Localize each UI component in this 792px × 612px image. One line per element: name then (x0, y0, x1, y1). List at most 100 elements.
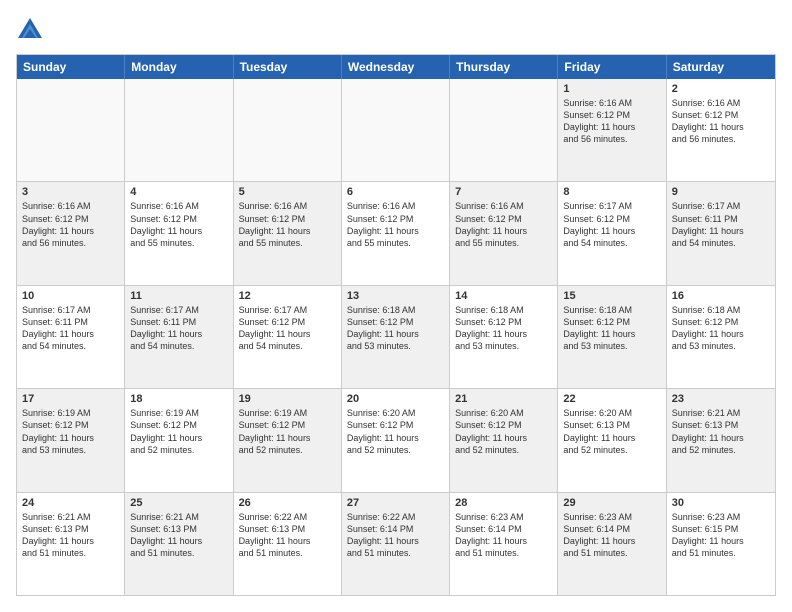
day-info: Sunrise: 6:19 AM Sunset: 6:12 PM Dayligh… (130, 407, 227, 456)
logo (16, 16, 48, 44)
day-info: Sunrise: 6:21 AM Sunset: 6:13 PM Dayligh… (130, 511, 227, 560)
day-cell-2: 2 Sunrise: 6:16 AM Sunset: 6:12 PM Daylig… (667, 79, 775, 181)
day-cell-8: 8 Sunrise: 6:17 AM Sunset: 6:12 PM Daylig… (558, 182, 666, 284)
day-number: 7 (455, 186, 552, 198)
day-cell-28: 28 Sunrise: 6:23 AM Sunset: 6:14 PM Dayli… (450, 493, 558, 595)
empty-cell-0-2 (234, 79, 342, 181)
day-number: 14 (455, 290, 552, 302)
day-number: 18 (130, 393, 227, 405)
day-number: 4 (130, 186, 227, 198)
day-number: 3 (22, 186, 119, 198)
day-info: Sunrise: 6:18 AM Sunset: 6:12 PM Dayligh… (455, 304, 552, 353)
day-info: Sunrise: 6:17 AM Sunset: 6:11 PM Dayligh… (672, 200, 770, 249)
day-number: 10 (22, 290, 119, 302)
day-cell-15: 15Sunrise: 6:18 AM Sunset: 6:12 PM Dayli… (558, 286, 666, 388)
header-day-sunday: Sunday (17, 55, 125, 79)
calendar-header: SundayMondayTuesdayWednesdayThursdayFrid… (17, 55, 775, 79)
day-cell-22: 22 Sunrise: 6:20 AM Sunset: 6:13 PM Dayli… (558, 389, 666, 491)
day-number: 12 (239, 290, 336, 302)
header-day-monday: Monday (125, 55, 233, 79)
day-info: Sunrise: 6:16 AM Sunset: 6:12 PM Dayligh… (347, 200, 444, 249)
day-cell-16: 16 Sunrise: 6:18 AM Sunset: 6:12 PM Dayli… (667, 286, 775, 388)
day-info: Sunrise: 6:23 AM Sunset: 6:14 PM Dayligh… (455, 511, 552, 560)
day-cell-1: 1Sunrise: 6:16 AM Sunset: 6:12 PM Daylig… (558, 79, 666, 181)
day-info: Sunrise: 6:20 AM Sunset: 6:12 PM Dayligh… (347, 407, 444, 456)
day-number: 30 (672, 497, 770, 509)
day-cell-27: 27 Sunrise: 6:22 AM Sunset: 6:14 PM Dayli… (342, 493, 450, 595)
header-day-saturday: Saturday (667, 55, 775, 79)
day-cell-17: 17 Sunrise: 6:19 AM Sunset: 6:12 PM Dayli… (17, 389, 125, 491)
day-number: 22 (563, 393, 660, 405)
day-info: Sunrise: 6:20 AM Sunset: 6:12 PM Dayligh… (455, 407, 552, 456)
day-cell-5: 5Sunrise: 6:16 AM Sunset: 6:12 PM Daylig… (234, 182, 342, 284)
header-day-tuesday: Tuesday (234, 55, 342, 79)
day-cell-13: 13 Sunrise: 6:18 AM Sunset: 6:12 PM Dayli… (342, 286, 450, 388)
empty-cell-0-0 (17, 79, 125, 181)
day-number: 23 (672, 393, 770, 405)
day-cell-3: 3 Sunrise: 6:16 AM Sunset: 6:12 PM Daylig… (17, 182, 125, 284)
day-cell-26: 26 Sunrise: 6:22 AM Sunset: 6:13 PM Dayli… (234, 493, 342, 595)
empty-cell-0-4 (450, 79, 558, 181)
day-info: Sunrise: 6:16 AM Sunset: 6:12 PM Dayligh… (22, 200, 119, 249)
day-number: 19 (239, 393, 336, 405)
day-number: 26 (239, 497, 336, 509)
day-info: Sunrise: 6:16 AM Sunset: 6:12 PM Dayligh… (672, 97, 770, 146)
day-info: Sunrise: 6:18 AM Sunset: 6:12 PM Dayligh… (563, 304, 660, 353)
day-cell-4: 4 Sunrise: 6:16 AM Sunset: 6:12 PM Daylig… (125, 182, 233, 284)
day-number: 17 (22, 393, 119, 405)
day-info: Sunrise: 6:16 AM Sunset: 6:12 PM Dayligh… (130, 200, 227, 249)
day-number: 28 (455, 497, 552, 509)
day-info: Sunrise: 6:17 AM Sunset: 6:11 PM Dayligh… (130, 304, 227, 353)
header-day-wednesday: Wednesday (342, 55, 450, 79)
day-info: Sunrise: 6:16 AM Sunset: 6:12 PM Dayligh… (455, 200, 552, 249)
calendar-body: 1 Sunrise: 6:16 AM Sunset: 6:12 PM Daylig… (17, 79, 775, 595)
day-cell-29: 29 Sunrise: 6:23 AM Sunset: 6:14 PM Dayli… (558, 493, 666, 595)
day-number: 11 (130, 290, 227, 302)
day-number: 25 (130, 497, 227, 509)
day-info: Sunrise: 6:22 AM Sunset: 6:13 PM Dayligh… (239, 511, 336, 560)
day-number: 8 (563, 186, 660, 198)
empty-cell-0-3 (342, 79, 450, 181)
calendar-row-2: 10 Sunrise: 6:17 AM Sunset: 6:11 PM Dayli… (17, 285, 775, 388)
day-info: Sunrise: 6:16 AM Sunset: 6:12 PM Dayligh… (239, 200, 336, 249)
day-cell-23: 23 Sunrise: 6:21 AM Sunset: 6:13 PM Dayli… (667, 389, 775, 491)
day-number: 24 (22, 497, 119, 509)
page: SundayMondayTuesdayWednesdayThursdayFrid… (0, 0, 792, 612)
day-info: Sunrise: 6:18 AM Sunset: 6:12 PM Dayligh… (672, 304, 770, 353)
logo-icon (16, 16, 44, 44)
day-info: Sunrise: 6:21 AM Sunset: 6:13 PM Dayligh… (22, 511, 119, 560)
day-info: Sunrise: 6:19 AM Sunset: 6:12 PM Dayligh… (239, 407, 336, 456)
day-info: Sunrise: 6:21 AM Sunset: 6:13 PM Dayligh… (672, 407, 770, 456)
day-number: 6 (347, 186, 444, 198)
day-info: Sunrise: 6:17 AM Sunset: 6:12 PM Dayligh… (563, 200, 660, 249)
day-number: 29 (563, 497, 660, 509)
day-number: 2 (672, 83, 770, 95)
day-number: 1 (563, 83, 660, 95)
day-number: 20 (347, 393, 444, 405)
day-cell-9: 9 Sunrise: 6:17 AM Sunset: 6:11 PM Daylig… (667, 182, 775, 284)
day-cell-7: 7 Sunrise: 6:16 AM Sunset: 6:12 PM Daylig… (450, 182, 558, 284)
day-info: Sunrise: 6:22 AM Sunset: 6:14 PM Dayligh… (347, 511, 444, 560)
day-info: Sunrise: 6:19 AM Sunset: 6:12 PM Dayligh… (22, 407, 119, 456)
header-day-friday: Friday (558, 55, 666, 79)
empty-cell-0-1 (125, 79, 233, 181)
day-number: 13 (347, 290, 444, 302)
day-cell-25: 25 Sunrise: 6:21 AM Sunset: 6:13 PM Dayli… (125, 493, 233, 595)
day-info: Sunrise: 6:20 AM Sunset: 6:13 PM Dayligh… (563, 407, 660, 456)
day-cell-18: 18 Sunrise: 6:19 AM Sunset: 6:12 PM Dayli… (125, 389, 233, 491)
header (16, 16, 776, 44)
day-cell-30: 30Sunrise: 6:23 AM Sunset: 6:15 PM Dayli… (667, 493, 775, 595)
day-info: Sunrise: 6:23 AM Sunset: 6:14 PM Dayligh… (563, 511, 660, 560)
day-cell-11: 11 Sunrise: 6:17 AM Sunset: 6:11 PM Dayli… (125, 286, 233, 388)
header-day-thursday: Thursday (450, 55, 558, 79)
day-number: 27 (347, 497, 444, 509)
day-number: 16 (672, 290, 770, 302)
day-info: Sunrise: 6:17 AM Sunset: 6:12 PM Dayligh… (239, 304, 336, 353)
day-cell-20: 20 Sunrise: 6:20 AM Sunset: 6:12 PM Dayli… (342, 389, 450, 491)
day-number: 9 (672, 186, 770, 198)
calendar-row-4: 24 Sunrise: 6:21 AM Sunset: 6:13 PM Dayli… (17, 492, 775, 595)
calendar-row-3: 17 Sunrise: 6:19 AM Sunset: 6:12 PM Dayli… (17, 388, 775, 491)
day-cell-24: 24 Sunrise: 6:21 AM Sunset: 6:13 PM Dayli… (17, 493, 125, 595)
day-info: Sunrise: 6:18 AM Sunset: 6:12 PM Dayligh… (347, 304, 444, 353)
day-cell-14: 14 Sunrise: 6:18 AM Sunset: 6:12 PM Dayli… (450, 286, 558, 388)
